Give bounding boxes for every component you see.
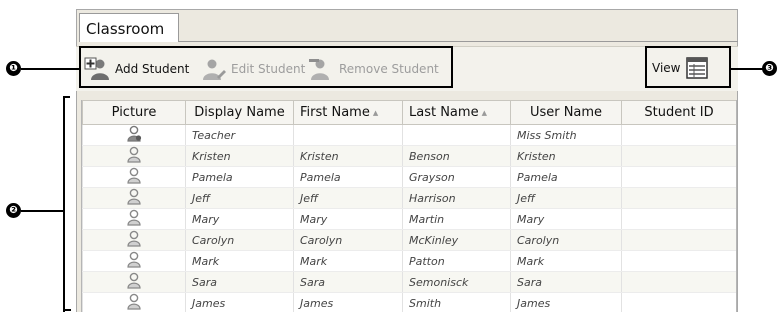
first-cell: Carolyn	[293, 229, 403, 251]
picture-cell	[82, 271, 186, 293]
callout-1-line	[21, 68, 79, 70]
student-icon	[126, 293, 142, 312]
table-row[interactable]: Teacher Miss Smith	[82, 124, 736, 146]
student-icon	[126, 167, 142, 187]
table-row[interactable]: Jeff Jeff Harrison Jeff	[82, 187, 736, 209]
column-header-first-name[interactable]: First Name ▲	[293, 100, 403, 125]
teacher-icon	[126, 125, 142, 145]
user-cell: Carolyn	[510, 229, 622, 251]
last-cell: Grayson	[402, 166, 511, 188]
table-row[interactable]: Mary Mary Martin Mary	[82, 208, 736, 230]
display-cell: Jeff	[185, 187, 294, 209]
first-cell: Kristen	[293, 145, 403, 167]
callout-2-line	[21, 210, 64, 212]
last-cell: Benson	[402, 145, 511, 167]
student-icon	[126, 146, 142, 166]
user-cell: Jeff	[510, 187, 622, 209]
student-icon	[126, 230, 142, 250]
user-cell: Mary	[510, 208, 622, 230]
first-cell: Jeff	[293, 187, 403, 209]
student-grid: Picture Display Name First Name ▲ Last Na…	[81, 100, 737, 312]
id-cell	[621, 229, 736, 251]
tab-divider	[179, 41, 738, 42]
display-cell: Carolyn	[185, 229, 294, 251]
column-header-student-id[interactable]: Student ID	[621, 100, 736, 125]
sort-arrow-icon: ▲	[372, 108, 379, 117]
user-cell: James	[510, 292, 622, 312]
callout-3-line	[730, 68, 763, 70]
student-icon	[126, 209, 142, 229]
display-cell: Pamela	[185, 166, 294, 188]
last-cell: Harrison	[402, 187, 511, 209]
picture-cell	[82, 124, 186, 146]
callout-3: ❸	[762, 61, 777, 76]
first-cell	[293, 124, 403, 146]
last-cell: Patton	[402, 250, 511, 272]
user-cell: Kristen	[510, 145, 622, 167]
picture-cell	[82, 166, 186, 188]
student-table: Picture Display Name First Name ▲ Last Na…	[82, 100, 736, 312]
first-cell: James	[293, 292, 403, 312]
picture-cell	[82, 292, 186, 312]
first-cell: Mary	[293, 208, 403, 230]
user-cell: Pamela	[510, 166, 622, 188]
display-cell: Teacher	[185, 124, 294, 146]
picture-cell	[82, 229, 186, 251]
display-cell: Sara	[185, 271, 294, 293]
column-header-picture[interactable]: Picture	[82, 100, 186, 125]
last-cell: McKinley	[402, 229, 511, 251]
table-row[interactable]: Mark Mark Patton Mark	[82, 250, 736, 272]
student-icon	[126, 188, 142, 208]
picture-cell	[82, 145, 186, 167]
column-header-display-name[interactable]: Display Name	[185, 100, 294, 125]
table-header: Picture Display Name First Name ▲ Last Na…	[82, 100, 736, 125]
tab-label: Classroom	[86, 20, 165, 38]
display-cell: Mary	[185, 208, 294, 230]
first-cell: Sara	[293, 271, 403, 293]
display-cell: James	[185, 292, 294, 312]
picture-cell	[82, 208, 186, 230]
id-cell	[621, 124, 736, 146]
table-row[interactable]: Sara Sara Semonisck Sara	[82, 271, 736, 293]
column-header-last-name[interactable]: Last Name ▲	[402, 100, 511, 125]
user-cell: Mark	[510, 250, 622, 272]
id-cell	[621, 187, 736, 209]
id-cell	[621, 208, 736, 230]
last-cell: Semonisck	[402, 271, 511, 293]
user-cell: Miss Smith	[510, 124, 622, 146]
picture-cell	[82, 250, 186, 272]
student-icon	[126, 251, 142, 271]
id-cell	[621, 250, 736, 272]
grid-bracket-bottom	[63, 309, 71, 311]
last-cell: Smith	[402, 292, 511, 312]
tab-classroom[interactable]: Classroom	[79, 13, 179, 42]
id-cell	[621, 145, 736, 167]
student-icon	[126, 272, 142, 292]
display-cell: Mark	[185, 250, 294, 272]
view-highlight-box	[645, 46, 731, 88]
id-cell	[621, 271, 736, 293]
table-row[interactable]: Carolyn Carolyn McKinley Carolyn	[82, 229, 736, 251]
sort-arrow-icon: ▲	[481, 108, 487, 117]
user-cell: Sara	[510, 271, 622, 293]
table-row[interactable]: James James Smith James	[82, 292, 736, 312]
last-cell	[402, 124, 511, 146]
first-cell: Mark	[293, 250, 403, 272]
callout-2: ❷	[6, 203, 21, 218]
display-cell: Kristen	[185, 145, 294, 167]
last-cell: Martin	[402, 208, 511, 230]
id-cell	[621, 292, 736, 312]
toolbar-highlight-box	[79, 46, 453, 88]
picture-cell	[82, 187, 186, 209]
table-row[interactable]: Kristen Kristen Benson Kristen	[82, 145, 736, 167]
first-cell: Pamela	[293, 166, 403, 188]
callout-1: ❶	[6, 61, 21, 76]
column-header-user-name[interactable]: User Name	[510, 100, 622, 125]
table-row[interactable]: Pamela Pamela Grayson Pamela	[82, 166, 736, 188]
grid-bracket	[63, 96, 70, 312]
id-cell	[621, 166, 736, 188]
